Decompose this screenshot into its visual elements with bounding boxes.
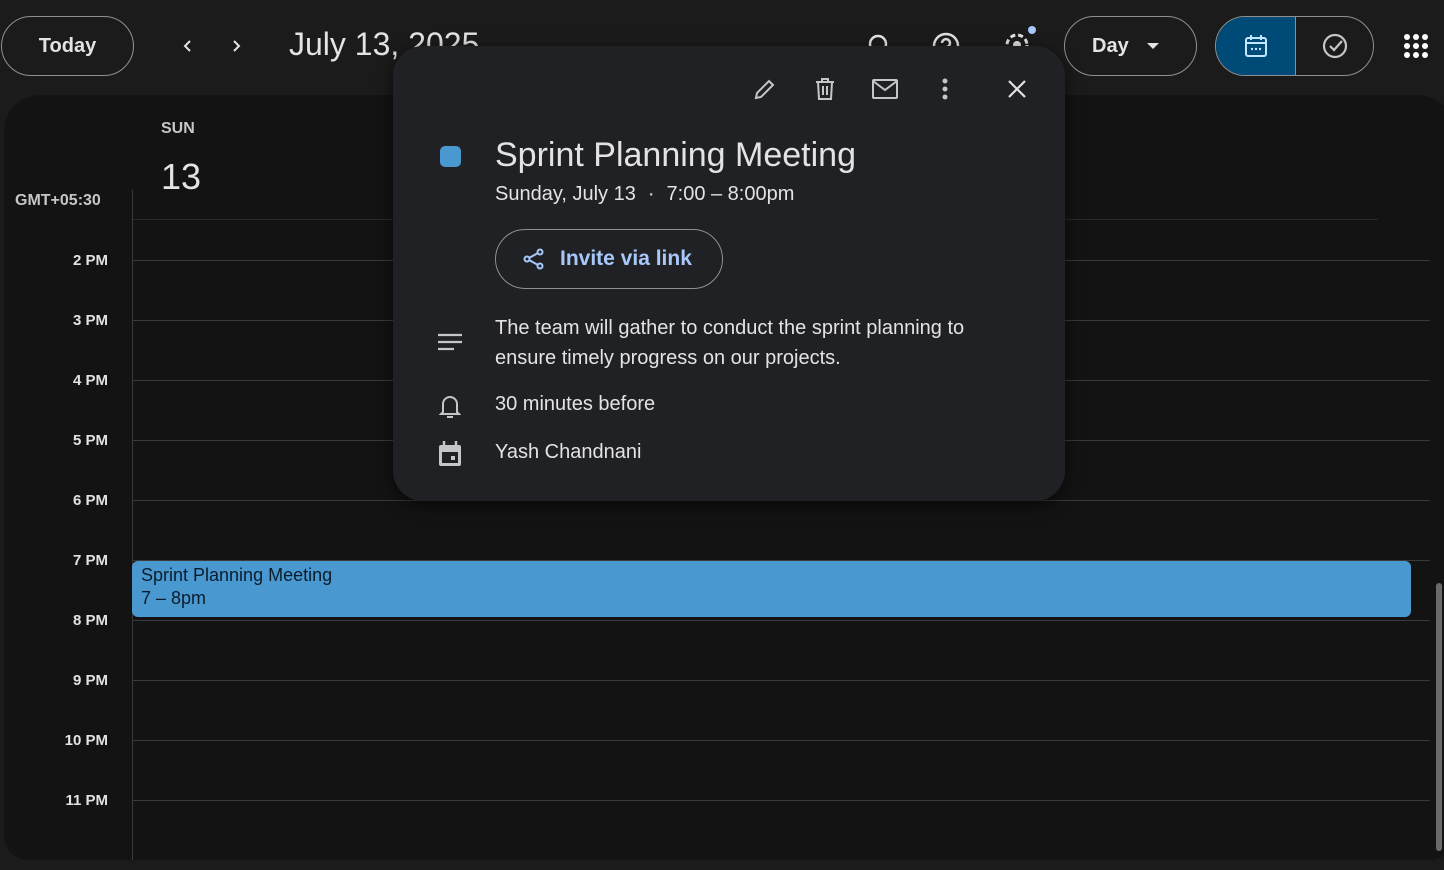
calendar-icon bbox=[1244, 35, 1267, 57]
previous-day-button[interactable] bbox=[172, 30, 204, 62]
hour-gridline bbox=[133, 620, 1430, 621]
notification-dot bbox=[1028, 26, 1036, 34]
hour-label: 3 PM bbox=[72, 312, 108, 329]
google-apps-button[interactable] bbox=[1398, 28, 1434, 64]
tasks-view-toggle[interactable] bbox=[1296, 17, 1373, 75]
hour-gridline bbox=[133, 680, 1430, 681]
view-selector[interactable]: Day bbox=[1064, 16, 1197, 76]
hour-label: 6 PM bbox=[72, 492, 108, 509]
hour-gridline bbox=[133, 800, 1430, 801]
pencil-icon bbox=[754, 79, 775, 100]
view-label: Day bbox=[1092, 34, 1129, 57]
invite-via-link-button[interactable]: Invite via link bbox=[495, 229, 723, 289]
task-check-icon bbox=[1322, 33, 1347, 59]
trash-icon bbox=[816, 78, 834, 100]
hour-label: 2 PM bbox=[72, 252, 108, 269]
event-block[interactable]: Sprint Planning Meeting 7 – 8pm bbox=[132, 561, 1411, 617]
hour-label: 8 PM bbox=[72, 612, 108, 629]
datetime-separator: · bbox=[647, 183, 655, 205]
today-button[interactable]: Today bbox=[1, 16, 134, 76]
apps-grid-icon bbox=[1404, 34, 1428, 58]
timezone-label: GMT+05:30 bbox=[15, 192, 101, 209]
event-details-popup: Sprint Planning Meeting Sunday, July 13 … bbox=[393, 46, 1065, 501]
close-button[interactable] bbox=[1001, 73, 1033, 105]
email-guests-button[interactable] bbox=[869, 73, 901, 105]
hour-label: 10 PM bbox=[64, 732, 108, 749]
hour-label: 9 PM bbox=[72, 672, 108, 689]
hour-gridline bbox=[133, 740, 1430, 741]
day-number[interactable]: 13 bbox=[161, 156, 201, 198]
scrollbar[interactable] bbox=[1436, 583, 1442, 851]
chevron-right-icon bbox=[233, 40, 241, 52]
event-block-time: 7 – 8pm bbox=[141, 588, 207, 608]
more-options-button[interactable] bbox=[929, 73, 961, 105]
event-block-title: Sprint Planning Meeting bbox=[141, 565, 333, 585]
event-reminder: 30 minutes before bbox=[495, 393, 656, 415]
event-calendar-owner: Yash Chandnani bbox=[495, 441, 642, 463]
chevron-left-icon bbox=[183, 40, 191, 52]
edit-button[interactable] bbox=[749, 73, 781, 105]
more-vert-icon bbox=[942, 78, 948, 100]
event-description: The team will gather to conduct the spri… bbox=[495, 317, 965, 369]
next-day-button[interactable] bbox=[220, 30, 252, 62]
time-column-divider bbox=[132, 190, 133, 860]
day-weekday: SUN bbox=[161, 120, 195, 137]
close-icon bbox=[1008, 80, 1026, 98]
event-time: 7:00 – 8:00pm bbox=[666, 183, 795, 205]
calendar-owner-icon bbox=[437, 440, 463, 468]
event-datetime: Sunday, July 13 · 7:00 – 8:00pm bbox=[495, 183, 794, 206]
event-title: Sprint Planning Meeting bbox=[495, 136, 857, 174]
hour-label: 7 PM bbox=[72, 552, 108, 569]
invite-label: Invite via link bbox=[560, 247, 692, 270]
description-icon bbox=[437, 331, 463, 353]
delete-button[interactable] bbox=[809, 73, 841, 105]
event-date: Sunday, July 13 bbox=[495, 183, 636, 205]
hour-label: 11 PM bbox=[65, 792, 108, 809]
calendar-view-toggle[interactable] bbox=[1216, 17, 1295, 75]
app-switcher bbox=[1215, 16, 1374, 76]
bell-icon bbox=[437, 393, 463, 419]
hour-label: 4 PM bbox=[72, 372, 108, 389]
share-icon bbox=[523, 248, 544, 270]
hour-label: 5 PM bbox=[72, 432, 108, 449]
event-color-swatch bbox=[440, 146, 461, 167]
mail-icon bbox=[872, 79, 898, 99]
dropdown-arrow-icon bbox=[1146, 43, 1159, 49]
